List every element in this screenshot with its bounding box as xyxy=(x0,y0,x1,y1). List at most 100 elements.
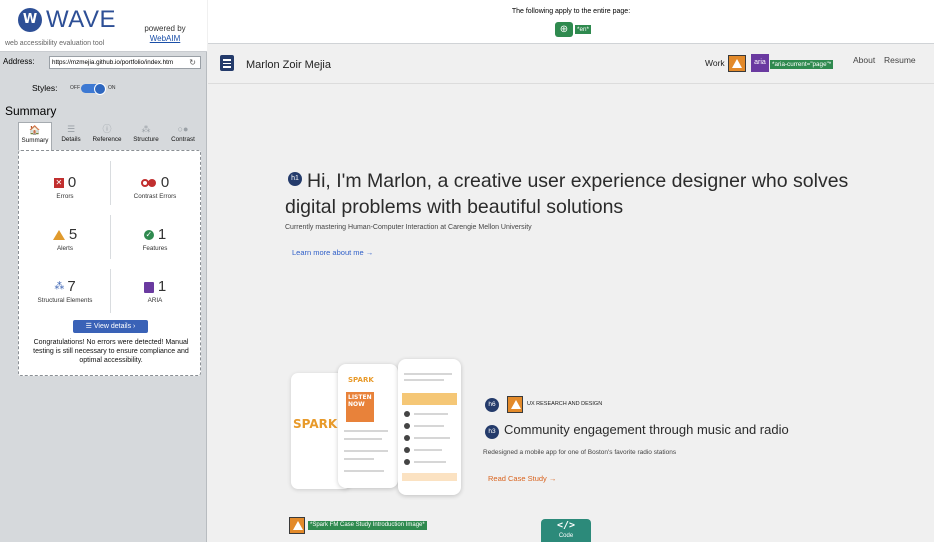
powered-by: powered by WebAIM xyxy=(140,24,190,44)
tab-label: Contrast xyxy=(171,136,195,143)
contrast-icon: ○● xyxy=(177,124,189,134)
contrast-errors-metric[interactable]: 0 Contrast Errors xyxy=(115,173,195,200)
styles-toggle[interactable] xyxy=(81,82,106,95)
feature-check-icon: ✓ xyxy=(143,230,154,241)
case-description: Redesigned a mobile app for one of Bosto… xyxy=(483,449,677,456)
wave-title: WAVE xyxy=(46,6,117,33)
alert-icon[interactable] xyxy=(289,517,305,534)
address-value: https://mzmejia.github.io/portfolio/inde… xyxy=(52,59,174,66)
aria-badge[interactable]: aria xyxy=(751,54,769,72)
structure-icon: ⁂ xyxy=(54,281,65,293)
tab-label: Reference xyxy=(92,136,122,143)
contrast-errors-count: 0 xyxy=(160,174,170,191)
view-details-label: View details › xyxy=(93,323,136,330)
nav-resume-link[interactable]: Resume xyxy=(884,55,916,65)
alert-icon[interactable] xyxy=(728,55,746,72)
aria-count: 1 xyxy=(157,278,167,295)
h6-badge[interactable]: h6 xyxy=(485,398,499,412)
read-case-study-link[interactable]: Read Case Study → xyxy=(488,474,556,483)
case-category: UX RESEARCH AND DESIGN xyxy=(527,401,603,407)
features-count: 1 xyxy=(157,226,167,243)
styles-off-label: OFF xyxy=(70,85,80,91)
splash-logo: SPARK xyxy=(293,417,338,431)
code-label: Code xyxy=(558,533,574,539)
tab-label: Details xyxy=(61,136,81,143)
page-level-banner: The following apply to the entire page: … xyxy=(208,0,934,44)
contrast-error-icon xyxy=(140,179,157,188)
styles-toggle-knob xyxy=(94,82,106,95)
address-input[interactable]: https://mzmejia.github.io/portfolio/inde… xyxy=(49,56,201,69)
banner-text: The following apply to the entire page: xyxy=(511,8,631,15)
list-icon: ☰ xyxy=(66,124,76,134)
styles-on-label: ON xyxy=(108,85,116,91)
code-symbol: </> xyxy=(556,520,576,531)
alerts-count: 5 xyxy=(68,226,78,243)
tab-reference[interactable]: ⓘ Reference xyxy=(88,122,126,150)
tab-label: Structure xyxy=(133,136,159,143)
hero-heading: Hi, I'm Marlon, a creative user experien… xyxy=(285,170,849,218)
site-nav: Marlon Zoir Mejia Work aria *aria-curren… xyxy=(208,44,934,84)
errors-count: 0 xyxy=(67,174,77,191)
divider xyxy=(110,161,111,205)
globe-icon[interactable]: ⊕ xyxy=(555,22,573,37)
listen-now-card: LISTEN NOW xyxy=(346,392,374,422)
tab-details[interactable]: ☰ Details xyxy=(55,122,87,150)
features-label: Features xyxy=(142,245,168,252)
address-label: Address: xyxy=(3,57,35,66)
alerts-label: Alerts xyxy=(56,245,74,252)
tab-structure[interactable]: ⁂ Structure xyxy=(128,122,164,150)
reload-icon[interactable]: ↻ xyxy=(189,57,196,68)
errors-label: Errors xyxy=(56,193,74,200)
alert-icon[interactable] xyxy=(507,396,523,413)
nav-about-link[interactable]: About xyxy=(853,55,875,65)
summary-panel: ✕ 0 Errors 0 Contrast Errors 5 Alerts ✓ 1 … xyxy=(18,150,201,376)
phone-screen-chat xyxy=(398,359,461,495)
code-icon[interactable]: </> Code xyxy=(541,519,591,542)
list-icon: ☰ xyxy=(85,323,94,330)
contrast-errors-label: Contrast Errors xyxy=(133,193,177,200)
address-row: Address: https://mzmejia.github.io/portf… xyxy=(0,55,207,71)
h1-badge[interactable]: h1 xyxy=(288,172,302,186)
phone-header: SPARK xyxy=(348,376,374,384)
aria-current-tag: *aria-current="page"* xyxy=(770,60,834,69)
alert-icon xyxy=(52,230,65,241)
wave-sidebar: W WAVE web accessibility evaluation tool… xyxy=(0,0,207,542)
phone-screen-home: SPARK LISTEN NOW xyxy=(338,364,398,488)
h3-badge[interactable]: h3 xyxy=(485,425,499,439)
aria-metric[interactable]: 1 ARIA xyxy=(115,277,195,304)
wave-tagline: web accessibility evaluation tool xyxy=(5,40,105,47)
wave-header: W WAVE web accessibility evaluation tool… xyxy=(0,0,207,52)
aria-icon xyxy=(143,281,154,293)
errors-metric[interactable]: ✕ 0 Errors xyxy=(25,173,105,200)
alerts-metric[interactable]: 5 Alerts xyxy=(25,225,105,252)
error-icon: ✕ xyxy=(53,178,64,189)
congrats-message: Congratulations! No errors were detected… xyxy=(33,339,189,364)
powered-by-label: powered by xyxy=(144,24,186,33)
language-tag: *en* xyxy=(575,25,591,34)
info-icon: ⓘ xyxy=(102,124,112,134)
image-alt-tag: *Spark FM Case Study Introduction Image* xyxy=(308,521,427,530)
structural-metric[interactable]: ⁂ 7 Structural Elements xyxy=(25,277,105,304)
learn-more-link[interactable]: Learn more about me → xyxy=(292,248,373,257)
styles-row: Styles: OFF ON xyxy=(0,82,207,96)
features-metric[interactable]: ✓ 1 Features xyxy=(115,225,195,252)
menu-icon[interactable] xyxy=(220,55,234,71)
divider xyxy=(110,269,111,313)
hero-subtitle: Currently mastering Human-Computer Inter… xyxy=(285,224,532,231)
structural-count: 7 xyxy=(67,278,76,295)
wave-tab-strip: 🏠 Summary ☰ Details ⓘ Reference ⁂ Struct… xyxy=(18,122,200,150)
divider xyxy=(110,215,111,259)
home-icon: 🏠 xyxy=(29,125,41,135)
webaim-link[interactable]: WebAIM xyxy=(150,34,181,43)
wave-logo-icon: W xyxy=(18,8,42,32)
case-study-image: SPARK SPARK LISTEN NOW xyxy=(288,359,463,496)
tab-summary[interactable]: 🏠 Summary xyxy=(18,122,52,150)
styles-label: Styles: xyxy=(32,83,58,93)
nav-work-link[interactable]: Work xyxy=(705,58,725,68)
tab-label: Summary xyxy=(21,137,49,144)
site-name[interactable]: Marlon Zoir Mejia xyxy=(246,59,331,71)
structure-icon: ⁂ xyxy=(141,124,151,134)
portfolio-page: Marlon Zoir Mejia Work aria *aria-curren… xyxy=(208,44,934,542)
tab-contrast[interactable]: ○● Contrast xyxy=(166,122,200,150)
view-details-button[interactable]: ☰ View details › xyxy=(73,320,148,333)
